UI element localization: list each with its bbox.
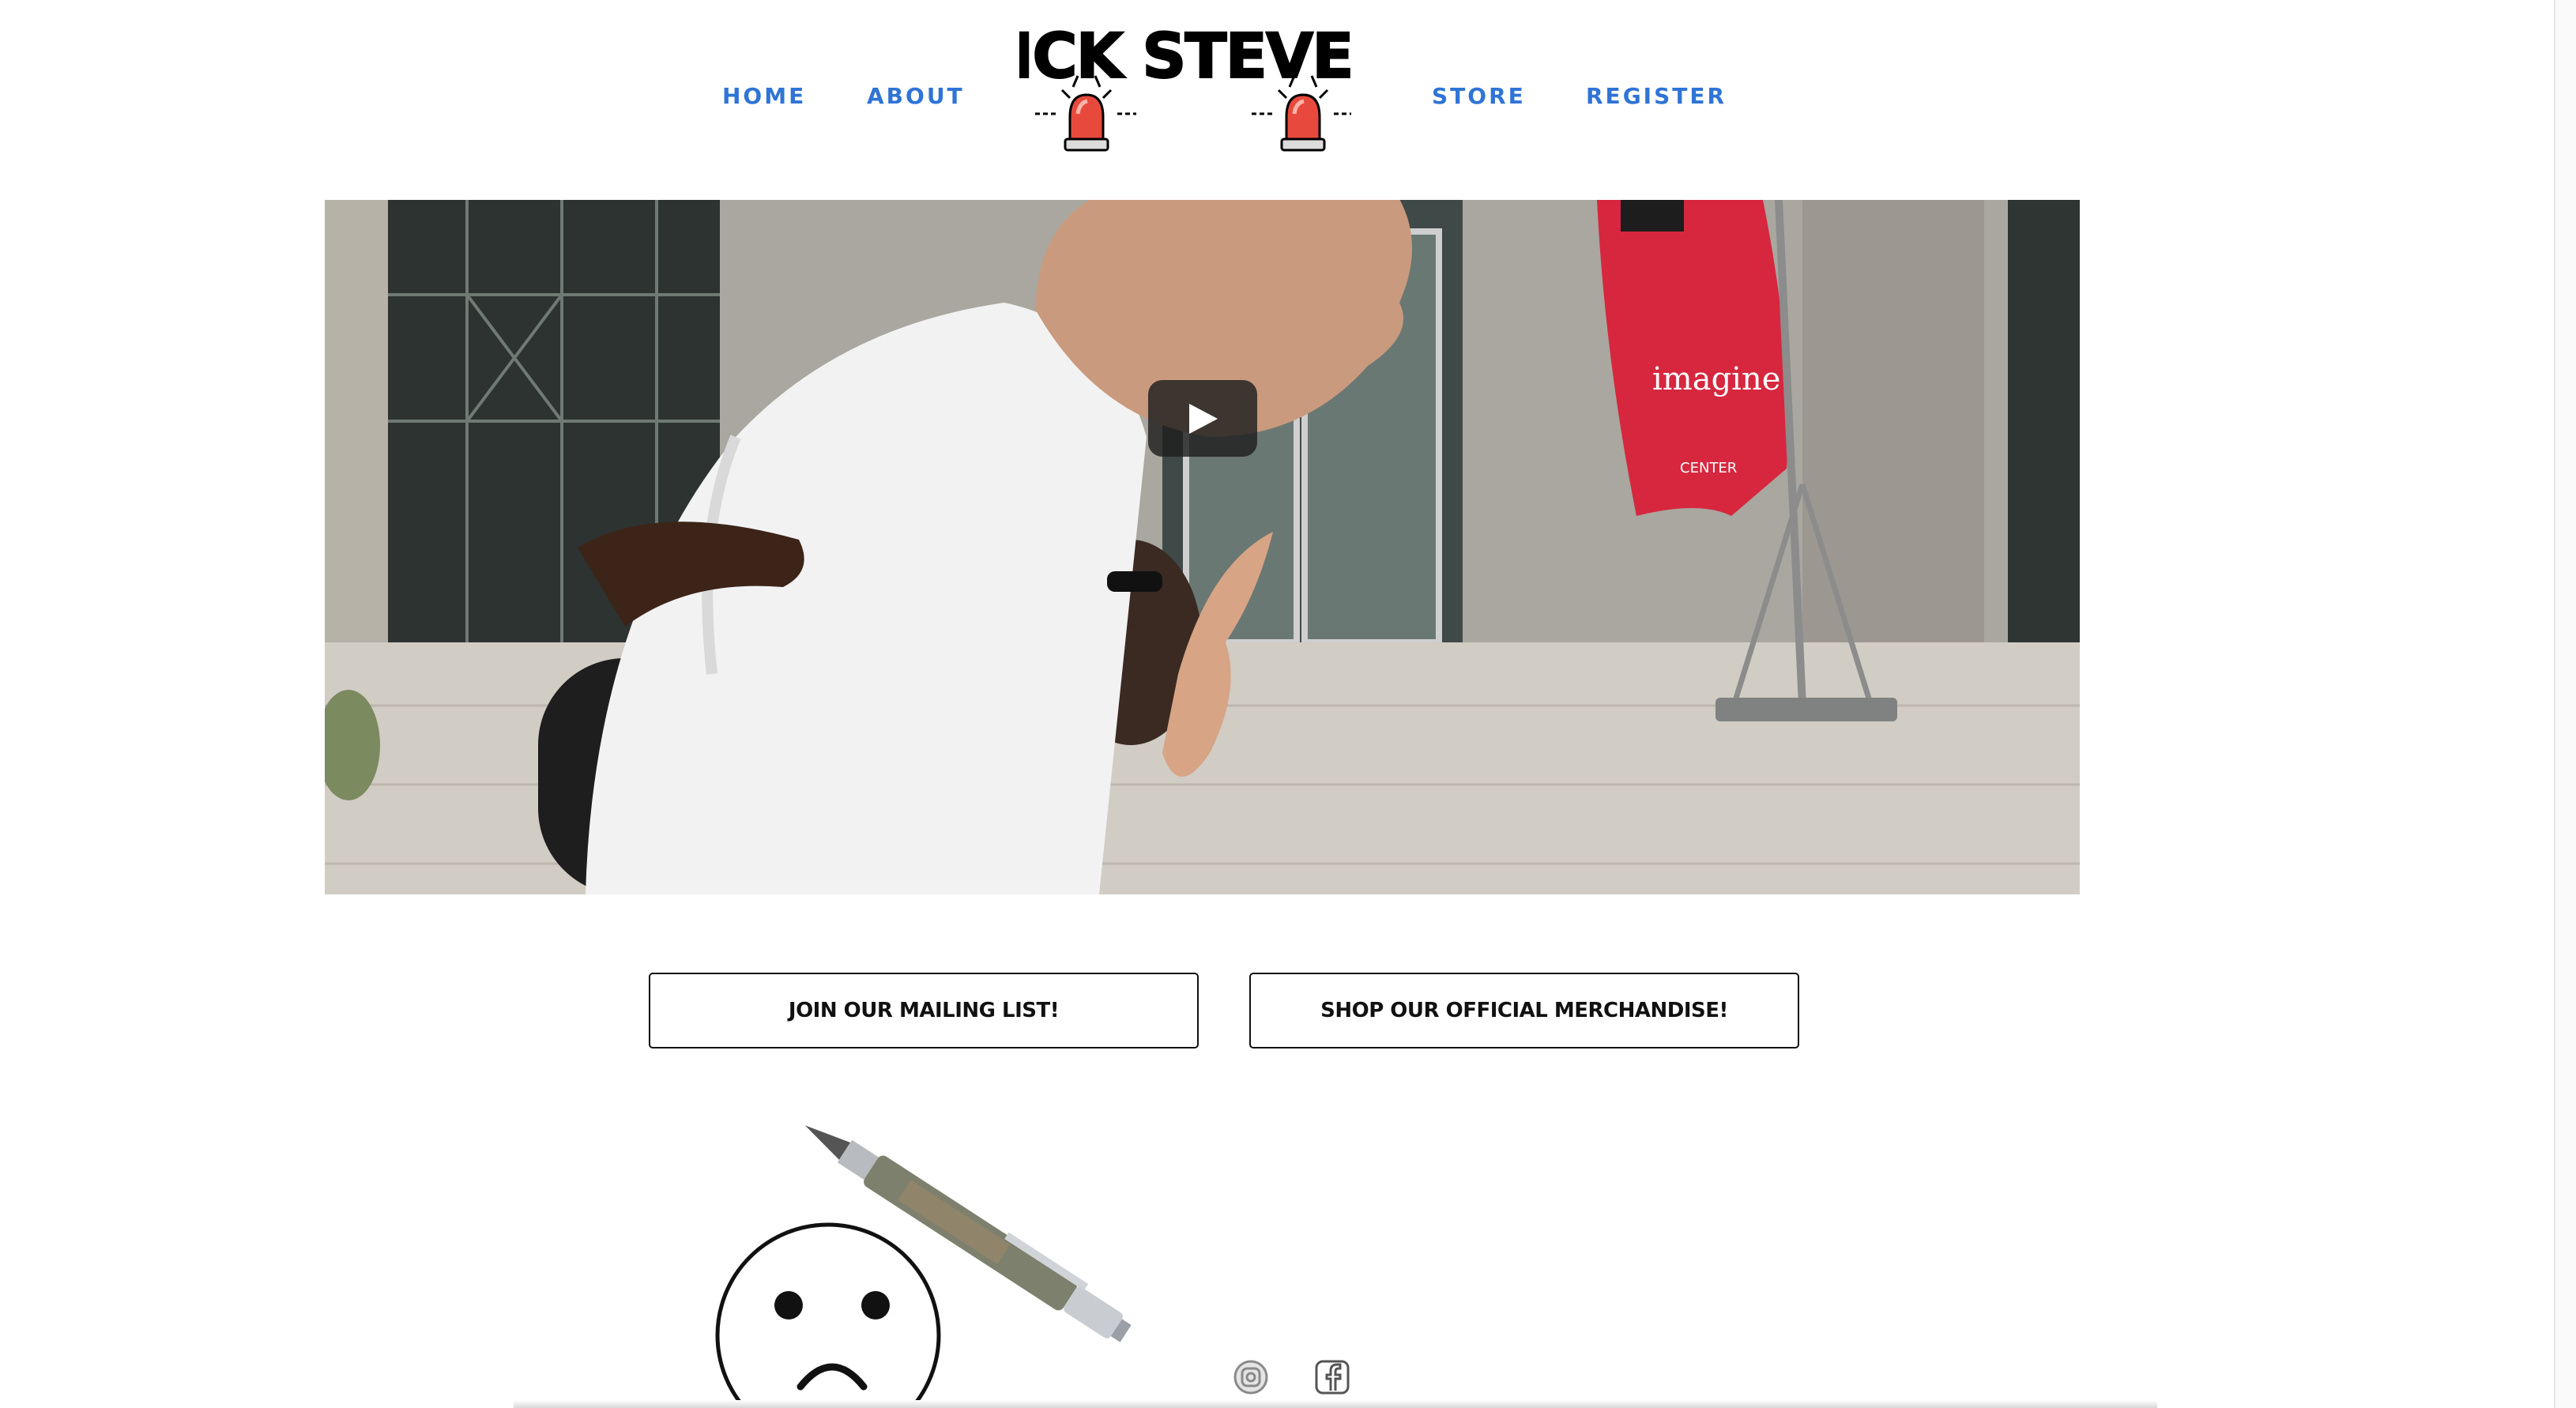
play-icon: [1189, 404, 1218, 434]
nav-home-link[interactable]: HOME: [722, 82, 806, 111]
video-thumbnail: imagine CENTER: [325, 200, 2080, 894]
flag-text: imagine: [1652, 361, 1780, 397]
nav-register-link[interactable]: REGISTER: [1586, 82, 1727, 111]
scrollbar[interactable]: [2554, 0, 2576, 1408]
footer-shadow: [514, 1400, 2157, 1408]
site-logo[interactable]: SICK STEVEN: [967, 21, 1405, 163]
join-mailing-list-button[interactable]: JOIN OUR MAILING LIST!: [649, 973, 1199, 1048]
play-button[interactable]: [1148, 380, 1257, 457]
nav-about-link[interactable]: ABOUT: [867, 82, 965, 111]
shop-merchandise-button[interactable]: SHOP OUR OFFICIAL MERCHANDISE!: [1249, 973, 1799, 1048]
facebook-icon[interactable]: [1314, 1359, 1350, 1395]
flag-subtext: CENTER: [1680, 460, 1737, 476]
video-player[interactable]: imagine CENTER: [325, 200, 2080, 894]
nav-store-link[interactable]: STORE: [1432, 82, 1526, 111]
instagram-icon[interactable]: [1233, 1359, 1269, 1395]
logo-text: SICK STEVEN: [1019, 21, 1351, 92]
sad-face-illustration: [710, 1217, 947, 1408]
